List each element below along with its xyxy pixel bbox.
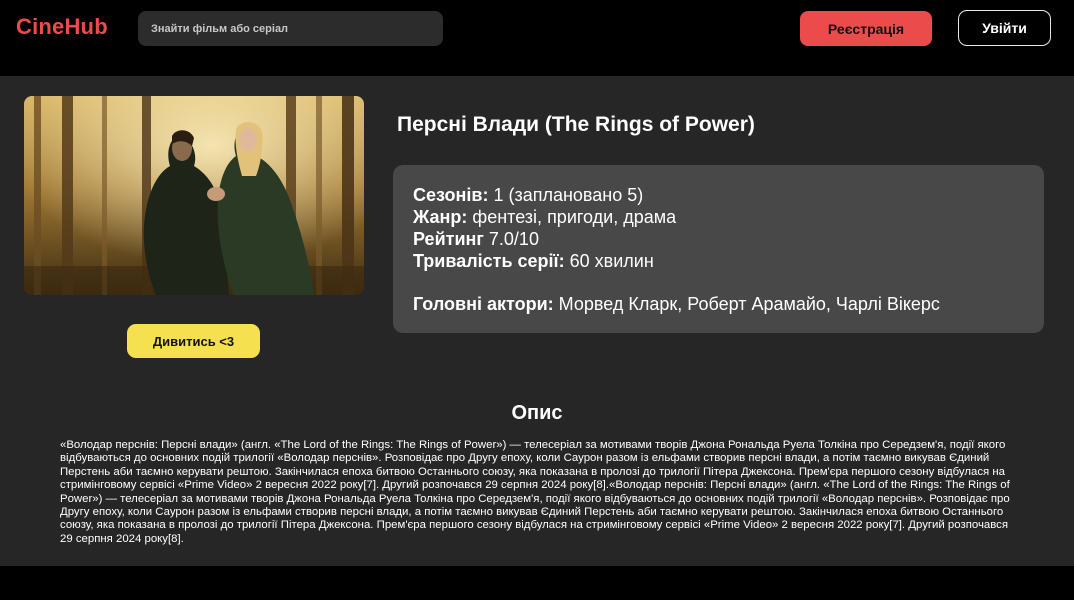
- seasons-row: Сезонів: 1 (заплановано 5): [413, 184, 1024, 206]
- search-input[interactable]: [138, 11, 443, 46]
- show-title: Персні Влади (The Rings of Power): [397, 113, 755, 136]
- description-text: «Володар перснів: Персні влади» (англ. «…: [60, 439, 1010, 545]
- seasons-label: Сезонів:: [413, 185, 489, 205]
- rating-value: 7.0/10: [488, 229, 539, 249]
- rating-row: Рейтинг 7.0/10: [413, 228, 1024, 250]
- watch-button[interactable]: Дивитись <3: [127, 324, 260, 358]
- description-heading: Опис: [511, 402, 563, 424]
- genre-row: Жанр: фентезі, пригоди, драма: [413, 206, 1024, 228]
- seasons-value: 1 (заплановано 5): [493, 185, 644, 205]
- duration-label: Тривалість серії:: [413, 251, 565, 271]
- top-bar: CineHub Реєстрація Увійти: [0, 0, 1074, 76]
- duration-value: 60 хвилин: [569, 251, 654, 271]
- show-details: Дивитись <3 Персні Влади (The Rings of P…: [0, 76, 1074, 566]
- actors-row: Головні актори: Морвед Кларк, Роберт Ара…: [413, 293, 1024, 315]
- genre-label: Жанр:: [413, 207, 468, 227]
- register-button[interactable]: Реєстрація: [800, 11, 932, 46]
- genre-value: фентезі, пригоди, драма: [472, 207, 677, 227]
- actors-label: Головні актори:: [413, 294, 554, 314]
- show-info-panel: Сезонів: 1 (заплановано 5) Жанр: фентезі…: [393, 165, 1044, 333]
- show-poster-image: [24, 96, 364, 295]
- duration-row: Тривалість серії: 60 хвилин: [413, 250, 1024, 272]
- site-logo[interactable]: CineHub: [16, 14, 108, 40]
- login-button[interactable]: Увійти: [958, 10, 1051, 46]
- rating-label: Рейтинг: [413, 229, 484, 249]
- footer-bar: [0, 566, 1074, 600]
- actors-value: Морвед Кларк, Роберт Арамайо, Чарлі Віке…: [558, 294, 940, 314]
